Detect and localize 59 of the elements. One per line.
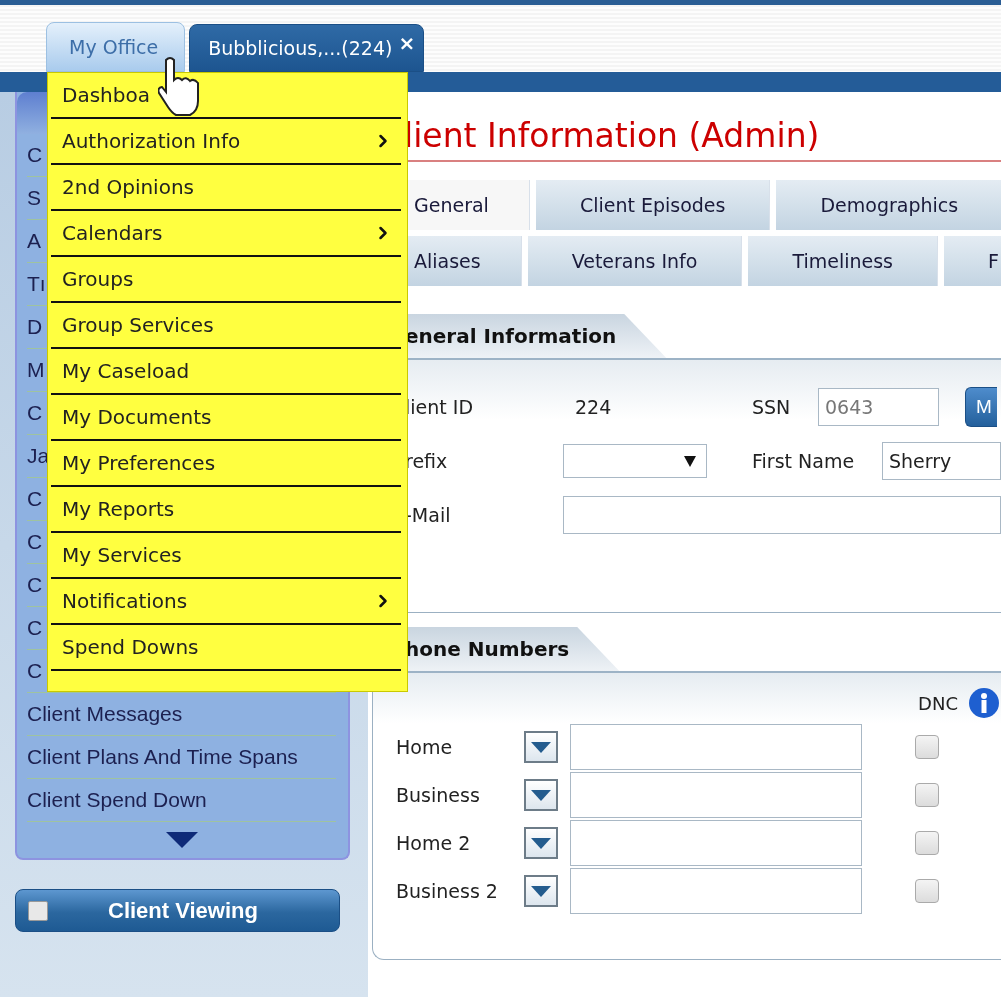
close-button[interactable]: × bbox=[398, 31, 416, 55]
field-label: SSN bbox=[752, 396, 792, 418]
menu-item[interactable]: 2nd Opinions bbox=[51, 165, 401, 211]
dropdown-button[interactable] bbox=[524, 875, 558, 907]
tab[interactable]: Demographics bbox=[776, 180, 1001, 230]
tab[interactable]: Veterans Info bbox=[527, 236, 743, 286]
client-viewing-button[interactable]: Client Viewing bbox=[15, 889, 340, 932]
menu-item[interactable]: My Services bbox=[51, 533, 401, 579]
menu-item[interactable]: My Caseload bbox=[51, 349, 401, 395]
checkbox[interactable] bbox=[915, 735, 939, 759]
tab[interactable]: My Office bbox=[46, 22, 186, 72]
info-icon[interactable] bbox=[968, 687, 1000, 719]
field-label: Business 2 bbox=[396, 880, 499, 902]
checkbox[interactable] bbox=[915, 831, 939, 855]
sidebar-item[interactable]: Client Messages bbox=[27, 693, 336, 736]
caret-icon bbox=[531, 837, 551, 849]
tab[interactable]: F bbox=[944, 236, 1001, 286]
phone-input[interactable] bbox=[570, 820, 862, 866]
column-label: DNC bbox=[918, 692, 958, 714]
checkbox[interactable] bbox=[28, 900, 48, 921]
checkbox[interactable] bbox=[915, 879, 939, 903]
tab[interactable]: Client Episodes bbox=[535, 180, 771, 230]
menu-item[interactable]: Groups bbox=[51, 257, 401, 303]
dropdown-button[interactable] bbox=[524, 827, 558, 859]
input-field[interactable]: 0643 bbox=[818, 388, 939, 426]
caret-icon bbox=[531, 741, 551, 753]
menu-item[interactable]: My Documents bbox=[51, 395, 401, 441]
field-label: First Name bbox=[752, 450, 856, 472]
button[interactable]: M bbox=[965, 387, 997, 427]
menu-item[interactable]: My Preferences bbox=[51, 441, 401, 487]
page-title: lient Information (Admin) bbox=[404, 115, 821, 157]
sidebar-item[interactable]: Client Plans And Time Spans bbox=[27, 736, 336, 779]
field-label: -Mail bbox=[405, 504, 452, 526]
tab[interactable]: Bubblicious,...(224) × bbox=[189, 24, 425, 72]
dropdown-button[interactable] bbox=[524, 731, 558, 763]
menu-item[interactable]: Calendars bbox=[51, 211, 401, 257]
checkbox[interactable] bbox=[915, 783, 939, 807]
tab[interactable]: Timeliness bbox=[748, 236, 939, 286]
dropdown-button[interactable] bbox=[524, 779, 558, 811]
caret-icon bbox=[531, 885, 551, 897]
sidebar-item[interactable]: Client Spend Down bbox=[27, 779, 336, 822]
menu-item[interactable]: Group Services bbox=[51, 303, 401, 349]
field-label: Business bbox=[396, 784, 481, 806]
phone-input[interactable] bbox=[570, 772, 862, 818]
scroll-down-icon[interactable] bbox=[165, 832, 198, 848]
menu-item[interactable]: My Reports bbox=[51, 487, 401, 533]
phone-input[interactable] bbox=[570, 724, 862, 770]
input-field[interactable]: Sherry bbox=[882, 442, 1001, 480]
field-label: Home 2 bbox=[396, 832, 472, 854]
field-value: 224 bbox=[574, 396, 613, 418]
menu-item[interactable]: Authorization Info bbox=[51, 119, 401, 165]
field-label: Home bbox=[396, 736, 454, 758]
caret-icon bbox=[531, 789, 551, 801]
dropdown-arrow-icon bbox=[684, 455, 696, 467]
input-field[interactable] bbox=[563, 496, 1001, 534]
menu-item[interactable]: Spend Downs bbox=[51, 625, 401, 671]
phone-input[interactable] bbox=[570, 868, 862, 914]
dropdown[interactable] bbox=[563, 444, 707, 478]
menu-item[interactable]: Notifications bbox=[51, 579, 401, 625]
